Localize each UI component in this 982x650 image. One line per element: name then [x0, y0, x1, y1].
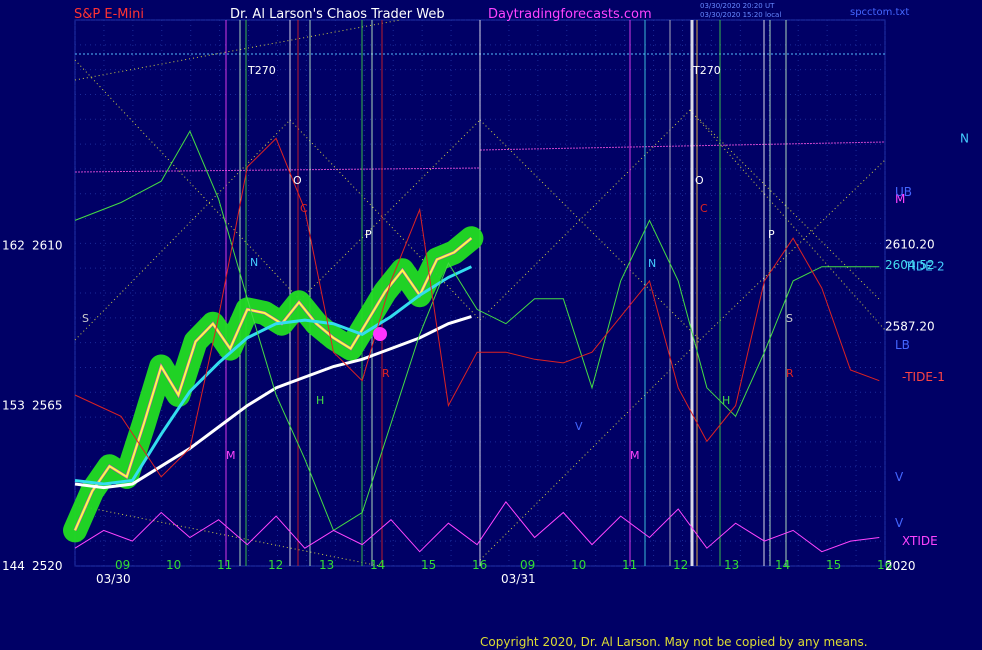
- axis-labels: 162 2610 153 2565 144 2520 09 10 11 12 13 14 15 16 09 1…: [2, 64, 969, 586]
- low-marker: [373, 327, 387, 341]
- x-tick-hour: 11: [217, 558, 232, 572]
- x-tick-hour: 09: [520, 558, 535, 572]
- event-marker-label: H: [722, 394, 730, 407]
- x-tick-hour: 09: [115, 558, 130, 572]
- right-label: LB: [895, 338, 910, 352]
- right-label: XTIDE: [902, 534, 938, 548]
- chart-title-left: S&P E-Mini: [74, 7, 144, 22]
- event-marker-label: T270: [247, 64, 276, 77]
- lattice-line: [479, 109, 691, 321]
- magenta-level-right: [479, 141, 886, 151]
- y-tick-price: 2520: [32, 559, 63, 573]
- event-marker-label: H: [316, 394, 324, 407]
- event-marker-label: N: [648, 257, 656, 270]
- y-tick-price: 2565: [32, 399, 63, 413]
- chaos-chart: 162 2610 153 2565 144 2520 09 10 11 12 13 14 15 16 09 1…: [2, 2, 969, 649]
- event-marker-label: P: [768, 228, 775, 241]
- y-tick-price: 2610: [32, 238, 63, 252]
- stamp-local: 03/30/2020 15:20 local: [700, 11, 781, 19]
- lattice-line: [74, 19, 401, 81]
- x-tick-hour: 10: [571, 558, 586, 572]
- series-group: [63, 130, 880, 553]
- lattice-line: [74, 59, 301, 301]
- x-tick-hour: 14: [775, 558, 790, 572]
- event-marker-label: R: [382, 367, 390, 380]
- event-marker-label: C: [300, 202, 308, 215]
- y-tick-left: 162: [2, 238, 25, 252]
- x-tick-hour: 15: [421, 558, 436, 572]
- event-marker-label: T270: [692, 64, 721, 77]
- y-tick-left: 144: [2, 559, 25, 573]
- event-marker-label: V: [575, 420, 583, 433]
- x-tick-hour: 13: [319, 558, 334, 572]
- xtide-line: [74, 501, 880, 553]
- event-marker-label: M: [630, 449, 640, 462]
- right-label: N: [960, 131, 969, 145]
- event-marker-label: C: [700, 202, 708, 215]
- stamp-ut: 03/30/2020 20:20 UT: [700, 2, 775, 10]
- right-label: V: [895, 470, 904, 484]
- right-label: -TIDE-1: [902, 370, 945, 384]
- right-label: 2587.20: [885, 320, 935, 334]
- x-tick-hour: 14: [370, 558, 385, 572]
- filename-label: spcctom.txt: [850, 7, 909, 18]
- x-date: 03/30: [96, 572, 131, 586]
- event-marker-label: M: [226, 449, 236, 462]
- lattice-line: [699, 119, 881, 301]
- chart-title-center: Dr. Al Larson's Chaos Trader Web: [230, 7, 445, 22]
- y-tick-left: 153: [2, 399, 25, 413]
- right-label: 2610.20: [885, 238, 935, 252]
- lattice-line: [479, 339, 701, 561]
- x-tick-hour: 16: [472, 558, 487, 572]
- event-marker-label: R: [786, 367, 794, 380]
- event-marker-label: O: [293, 174, 302, 187]
- lattice-line: [479, 119, 701, 341]
- right-label: UB: [895, 185, 912, 199]
- x-date: 03/31: [501, 572, 536, 586]
- chart-stage: 162 2610 153 2565 144 2520 09 10 11 12 13 14 15 16 09 1…: [0, 0, 982, 650]
- x-tick-hour: 13: [724, 558, 739, 572]
- right-label: V: [895, 516, 904, 530]
- x-tick-hour: 12: [268, 558, 283, 572]
- right-label: 2020: [885, 559, 916, 573]
- x-tick-hour: 15: [826, 558, 841, 572]
- event-marker-label: P: [365, 228, 372, 241]
- event-marker-label: N: [250, 256, 258, 269]
- right-label: TIDE-2: [904, 260, 945, 274]
- site-link[interactable]: Daytradingforecasts.com: [488, 7, 652, 22]
- copyright-notice: Copyright 2020, Dr. Al Larson. May not b…: [480, 635, 868, 649]
- event-marker-label: S: [786, 312, 793, 325]
- x-tick-hour: 10: [166, 558, 181, 572]
- x-tick-hour: 11: [622, 558, 637, 572]
- event-marker-label: O: [695, 174, 704, 187]
- lattice-line: [74, 504, 381, 567]
- event-marker-label: S: [82, 312, 89, 325]
- x-tick-hour: 12: [673, 558, 688, 572]
